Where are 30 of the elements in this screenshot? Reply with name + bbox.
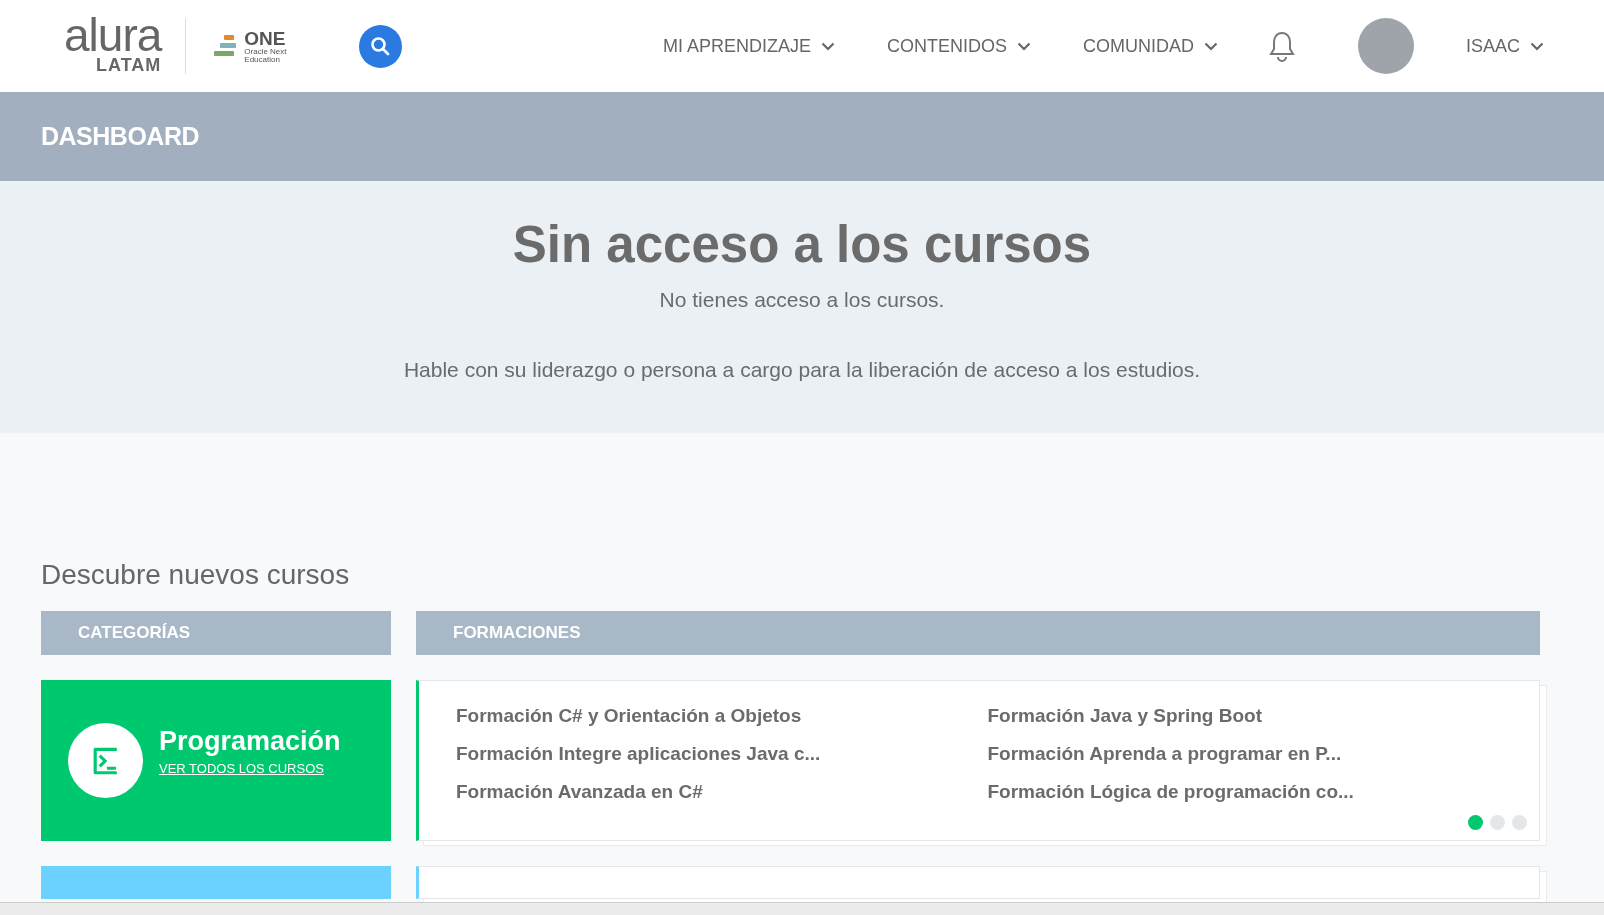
user-menu[interactable]: ISAAC	[1465, 35, 1544, 57]
chevron-down-icon	[1530, 41, 1544, 51]
nav-menu[interactable]: MI APRENDIZAJE	[662, 35, 835, 57]
bell-icon[interactable]	[1267, 30, 1296, 62]
nav-menu[interactable]: COMUNIDAD	[1082, 35, 1218, 57]
category-title: Programación	[159, 725, 341, 757]
formation-link[interactable]: Formación Aprenda a programar en P...	[987, 743, 1519, 765]
formation-link[interactable]: Formación Lógica de programación co...	[987, 781, 1519, 803]
carousel-dot[interactable]	[1490, 815, 1505, 830]
stripes-icon	[214, 35, 239, 57]
partner-logo: ONE Oracle Next Education	[214, 28, 287, 64]
formation-link[interactable]: Formación Avanzada en C#	[456, 781, 988, 803]
nav-menu[interactable]: CONTENIDOS	[886, 35, 1031, 57]
chevron-down-icon	[1203, 41, 1218, 51]
search-button[interactable]	[358, 24, 402, 68]
formation-link[interactable]: Formación Integre aplicaciones Java c...	[456, 743, 988, 765]
alura-logo[interactable]: alura LATAM	[64, 18, 162, 74]
column-header: CATEGORÍAS	[41, 611, 391, 655]
section-title: Descubre nuevos cursos	[41, 559, 351, 592]
column-header: FORMACIONES	[416, 611, 1540, 655]
page-title: DASHBOARD	[41, 122, 199, 151]
notice-subtitle: No tienes acceso a los cursos.	[659, 288, 945, 312]
carousel-dot[interactable]	[1512, 815, 1527, 830]
formation-link[interactable]: Formación Java y Spring Boot	[987, 705, 1519, 727]
chevron-down-icon	[1016, 41, 1031, 51]
chevron-down-icon	[820, 41, 835, 51]
notice-title: Sin acceso a los cursos	[512, 215, 1092, 274]
formation-link[interactable]: Formación C# y Orientación a Objetos	[456, 705, 988, 727]
notice-message: Hable con su liderazgo o persona a cargo para la liberación de acceso a los estudios.	[403, 358, 1201, 382]
carousel-dot[interactable]	[1468, 815, 1483, 830]
